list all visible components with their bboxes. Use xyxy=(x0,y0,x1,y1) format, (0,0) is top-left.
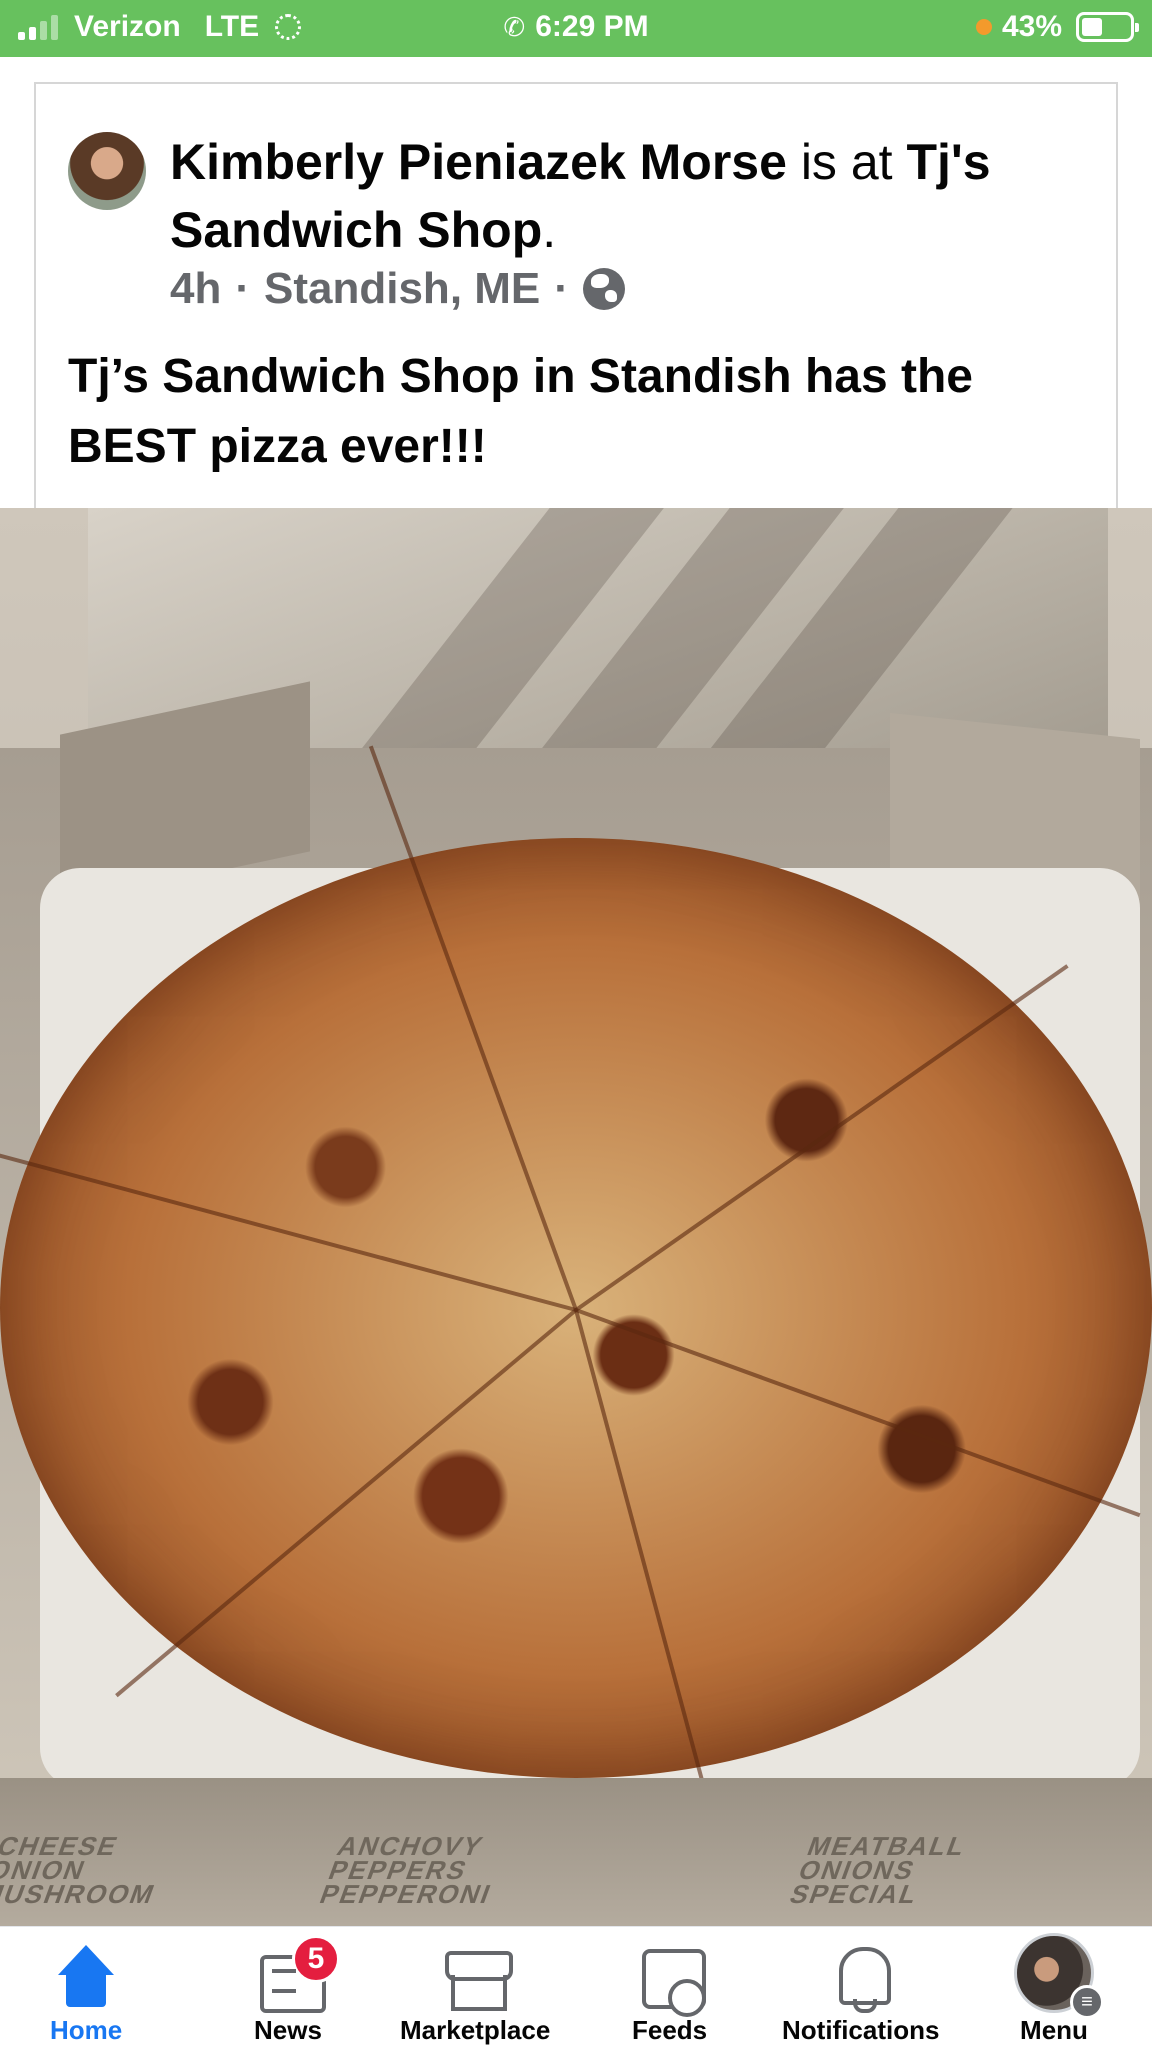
bell-icon xyxy=(825,1941,897,2013)
box-print-left: CHEESE ONION MUSHROOM xyxy=(0,1831,161,1909)
battery-fill xyxy=(1082,18,1102,36)
bottom-nav: Home 5 News Marketplace Feeds Notificati… xyxy=(0,1926,1152,2048)
nav-feeds-label: Feeds xyxy=(632,2015,708,2045)
battery-percent: 43% xyxy=(1001,10,1062,43)
header-period: . xyxy=(542,202,557,258)
is-at-text: is at xyxy=(800,134,893,190)
nav-news[interactable]: 5 News xyxy=(252,1927,340,2049)
meta-separator: · xyxy=(235,264,251,313)
nav-marketplace-label: Marketplace xyxy=(400,2015,551,2045)
status-time: 6:29 PM xyxy=(535,10,649,43)
news-icon: 5 xyxy=(252,1935,340,2013)
nav-notifications-label: Notifications xyxy=(782,2015,940,2045)
phone-icon: ✆ xyxy=(503,12,526,42)
nav-menu[interactable]: ≡ Menu xyxy=(1014,1927,1104,2049)
menu-lines-icon: ≡ xyxy=(1070,1985,1104,2019)
battery-icon xyxy=(1076,12,1139,42)
post-time[interactable]: 4h xyxy=(170,264,221,314)
news-badge: 5 xyxy=(292,1935,340,1983)
post-header: Kimberly Pieniazek Morse is at Tj's Sand… xyxy=(170,128,1090,264)
nav-notifications[interactable]: Notifications xyxy=(782,1927,939,2049)
nav-news-label: News xyxy=(254,2015,322,2045)
author-avatar[interactable] xyxy=(68,132,146,210)
nav-feeds[interactable]: Feeds xyxy=(632,1927,707,2049)
pizza-box-front xyxy=(0,1778,1152,1926)
box-print-middle: ANCHOVY PEPPERS PEPPERONI xyxy=(315,1831,497,1909)
post-photo[interactable]: CHEESE ONION MUSHROOM ANCHOVY PEPPERS PE… xyxy=(0,508,1152,1926)
marketplace-icon xyxy=(439,1941,514,2013)
author-name-link[interactable]: Kimberly Pieniazek Morse xyxy=(170,134,787,190)
nav-marketplace[interactable]: Marketplace xyxy=(400,1927,550,2049)
mic-indicator-icon xyxy=(975,19,992,35)
menu-avatar-icon: ≡ xyxy=(1014,1933,1104,2019)
post-card: Kimberly Pieniazek Morse is at Tj's Sand… xyxy=(34,82,1118,508)
post-location[interactable]: Standish, ME xyxy=(264,264,540,314)
globe-icon xyxy=(582,268,625,310)
status-bar: Verizon LTE ✆ 6:29 PM 43% xyxy=(0,0,1152,57)
nav-home[interactable]: Home xyxy=(50,1927,122,2049)
meta-separator-2: · xyxy=(554,264,569,313)
post-meta: 4h · Standish, ME · xyxy=(170,264,625,314)
box-print-right: MEATBALL ONIONS SPECIAL xyxy=(785,1831,972,1909)
status-right: 43% xyxy=(975,10,1139,44)
nav-menu-label: Menu xyxy=(1020,2015,1088,2045)
home-icon xyxy=(50,1941,122,2013)
nav-home-label: Home xyxy=(50,2015,123,2045)
post-text: Tj’s Sandwich Shop in Standish has the B… xyxy=(68,350,973,473)
feeds-icon xyxy=(634,1941,706,2017)
